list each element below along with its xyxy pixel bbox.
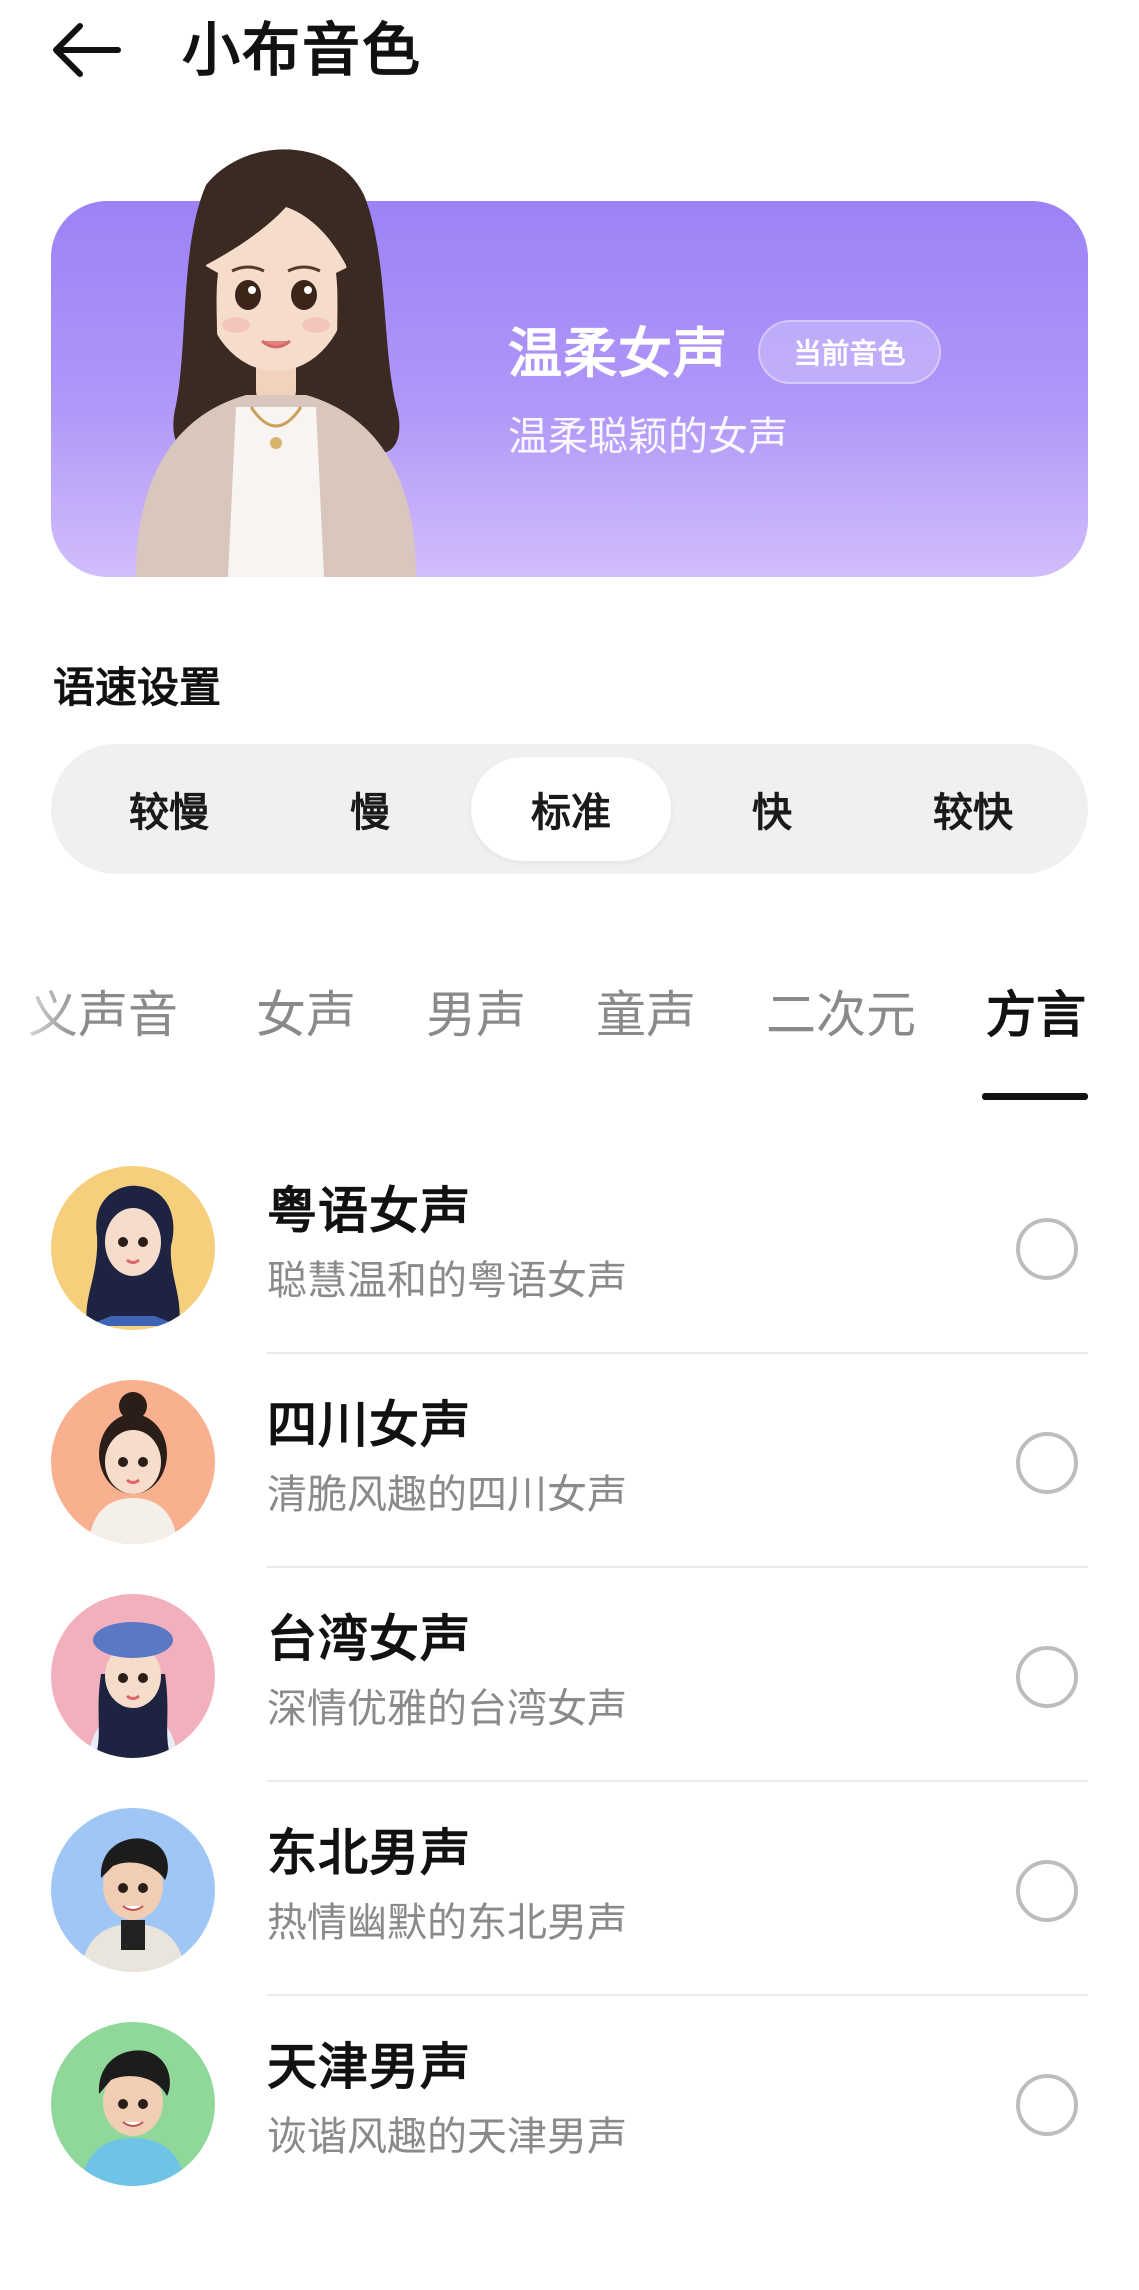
current-voice-description: 温柔聪颖的女声 [508, 414, 788, 460]
list-item[interactable]: 东北男声 热情幽默的东北男声 [0, 1782, 1139, 1996]
speed-option-faster[interactable]: 较快 [873, 757, 1073, 861]
avatar [51, 2022, 215, 2186]
speed-option-fast[interactable]: 快 [672, 757, 872, 861]
current-voice-badge: 当前音色 [758, 320, 941, 384]
voice-name: 四川女声 [267, 1396, 471, 1454]
list-item[interactable]: 台湾女声 深情优雅的台湾女声 [0, 1568, 1139, 1782]
voice-settings-page: 小布音色 温柔女声 当前音色 温柔聪颖的女声 语速设置 较慢 慢 标准 快 较快… [0, 0, 1139, 2290]
current-voice-name: 温柔女声 [508, 322, 728, 385]
voice-radio[interactable] [1016, 1432, 1078, 1494]
voice-description: 诙谐风趣的天津男声 [267, 2114, 627, 2160]
voice-radio[interactable] [1016, 2074, 1078, 2136]
voice-radio[interactable] [1016, 1860, 1078, 1922]
voice-category-tabs: 义声音 女声 男声 童声 二次元 方言 [0, 980, 1139, 1100]
speed-option-standard[interactable]: 标准 [471, 757, 671, 861]
list-item[interactable]: 粤语女声 聪慧温和的粤语女声 [0, 1140, 1139, 1354]
tab-fade-overlay [0, 980, 80, 1060]
tab-child[interactable]: 童声 [596, 980, 696, 1050]
voice-description: 热情幽默的东北男声 [267, 1900, 627, 1946]
voice-name: 天津男声 [267, 2038, 471, 2096]
avatar-boy-tunic-icon [81, 2050, 185, 2186]
voice-radio[interactable] [1016, 1218, 1078, 1280]
list-item[interactable]: 四川女声 清脆风趣的四川女声 [0, 1354, 1139, 1568]
tab-anime[interactable]: 二次元 [766, 980, 916, 1050]
voice-name: 台湾女声 [267, 1610, 471, 1668]
speed-section-title: 语速设置 [53, 663, 222, 712]
voice-character-illustration [136, 149, 416, 577]
avatar [51, 1380, 215, 1544]
speed-selector: 较慢 慢 标准 快 较快 [51, 744, 1088, 874]
avatar [51, 1594, 215, 1758]
list-item[interactable]: 天津男声 诙谐风趣的天津男声 [0, 1996, 1139, 2210]
avatar-girl-icon [86, 1185, 180, 1326]
voice-name: 粤语女声 [267, 1182, 471, 1240]
avatar-boy-icon [81, 1838, 185, 1972]
avatar [51, 1166, 215, 1330]
voice-radio[interactable] [1016, 1646, 1078, 1708]
arrow-left-icon [53, 23, 121, 77]
active-tab-indicator [982, 1093, 1088, 1100]
speed-option-slower[interactable]: 较慢 [69, 757, 269, 861]
voice-description: 深情优雅的台湾女声 [267, 1686, 627, 1732]
page-title: 小布音色 [182, 16, 423, 84]
voice-name: 东北男声 [267, 1824, 471, 1882]
back-button[interactable] [50, 14, 130, 86]
speed-option-slow[interactable]: 慢 [270, 757, 470, 861]
tab-female[interactable]: 女声 [256, 980, 356, 1050]
avatar [51, 1808, 215, 1972]
voice-description: 清脆风趣的四川女声 [267, 1472, 627, 1518]
avatar-girl-bun-icon [89, 1392, 177, 1544]
voice-description: 聪慧温和的粤语女声 [267, 1258, 627, 1304]
tab-dialect[interactable]: 方言 [986, 980, 1086, 1050]
tab-male[interactable]: 男声 [426, 980, 526, 1050]
avatar-girl-beret-icon [89, 1622, 177, 1758]
